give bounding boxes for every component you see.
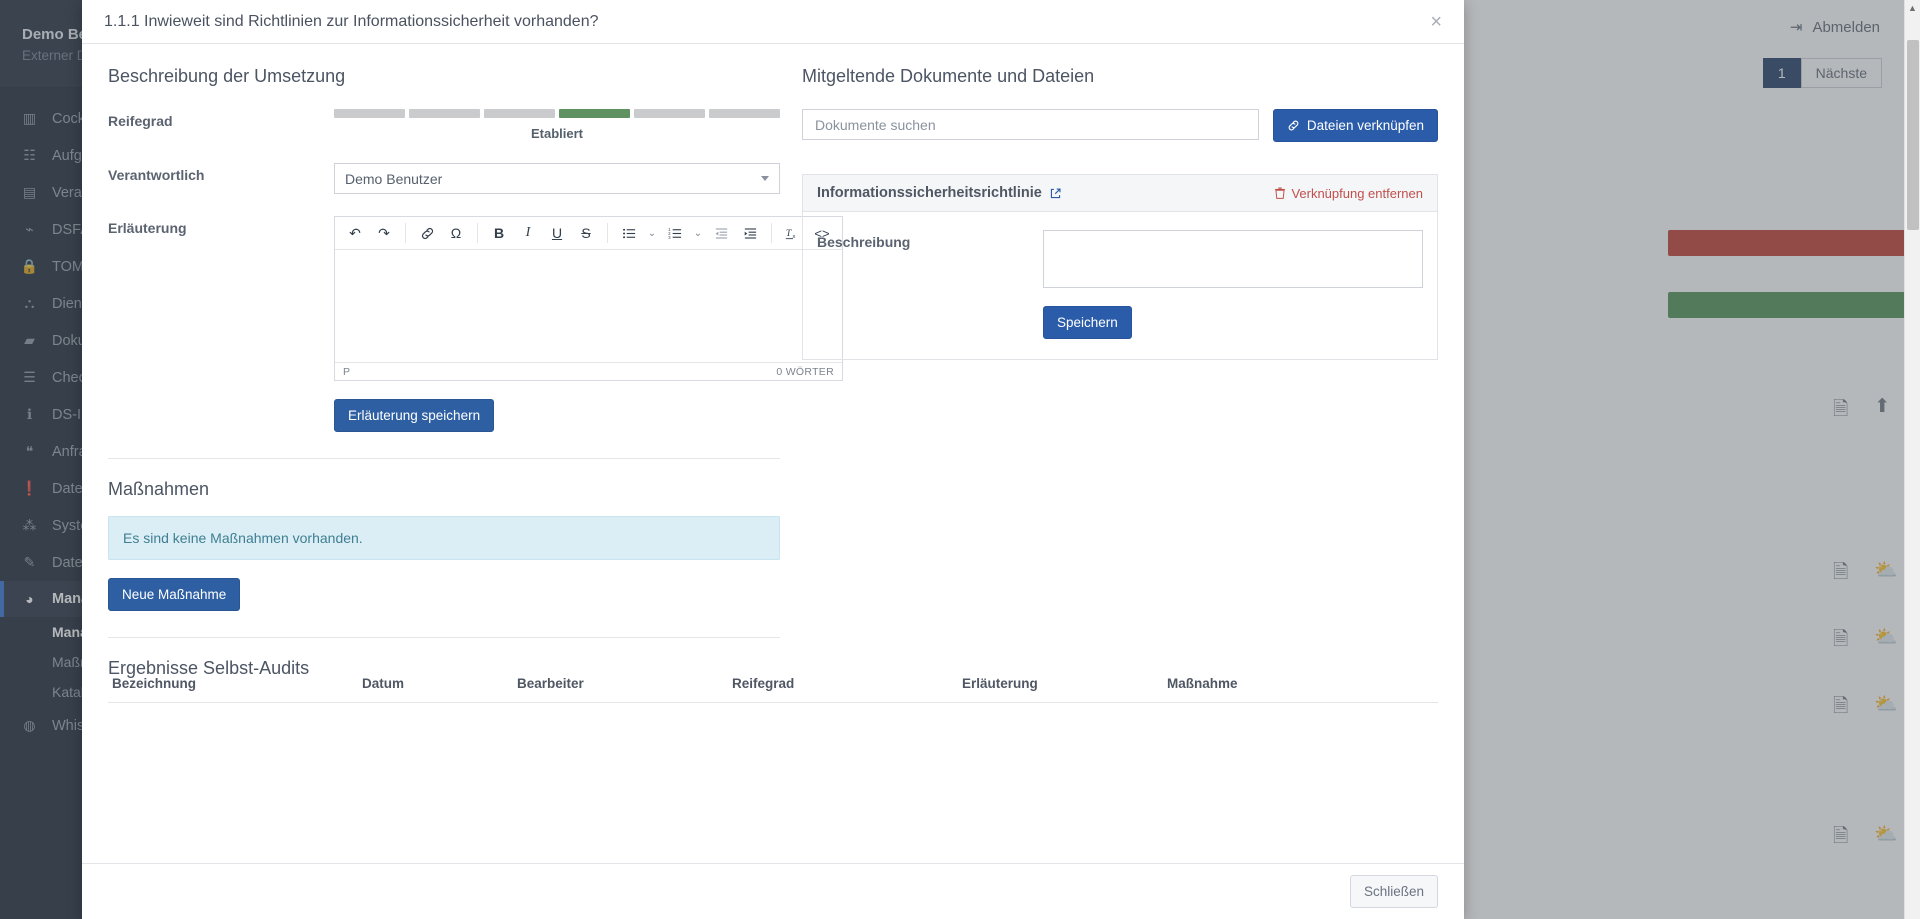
audit-results-table-divider: [108, 702, 1438, 703]
right-column: Mitgeltende Dokumente und Dateien Dokume…: [802, 62, 1438, 693]
strikethrough-icon[interactable]: S: [572, 220, 600, 246]
measures-empty-alert: Es sind keine Maßnahmen vorhanden.: [108, 516, 780, 560]
responsible-control: Demo Benutzer: [334, 163, 780, 194]
numbered-list-dropdown-icon[interactable]: ⌄: [690, 220, 706, 246]
editor-element-path[interactable]: P: [343, 366, 350, 378]
link-files-button[interactable]: Dateien verknüpfen: [1272, 109, 1438, 142]
documents-search-input[interactable]: Dokumente suchen: [802, 109, 1259, 140]
linked-document-card: Informationssicherheitsrichtlinie Verknü…: [802, 174, 1438, 360]
toolbar-separator: [477, 223, 478, 243]
new-measure-button[interactable]: Neue Maßnahme: [108, 578, 241, 611]
bold-icon[interactable]: B: [485, 220, 513, 246]
linked-document-title-group: Informationssicherheitsrichtlinie: [817, 185, 1062, 201]
svg-text:x: x: [793, 233, 796, 239]
explanation-label: Erläuterung: [108, 220, 187, 236]
responsible-label: Verantwortlich: [108, 167, 205, 183]
maturity-segment-3[interactable]: [484, 109, 555, 118]
column-header-massnahme: Maßnahme: [1167, 676, 1238, 691]
svg-text:3: 3: [668, 234, 671, 239]
page-scrollbar[interactable]: ▲: [1904, 0, 1920, 919]
documents-section-title: Mitgeltende Dokumente und Dateien: [802, 66, 1095, 86]
explanation-row: Erläuterung ↶ ↷ Ω B I U S ⌄ 1 2 3 ⌄ T x …: [108, 216, 843, 432]
responsible-select[interactable]: Demo Benutzer: [334, 163, 780, 194]
description-textarea[interactable]: [1043, 230, 1423, 288]
close-icon[interactable]: ×: [1426, 12, 1446, 32]
divider: [108, 637, 780, 638]
save-explanation-button[interactable]: Erläuterung speichern: [334, 399, 495, 432]
maturity-control[interactable]: Etabliert: [334, 109, 780, 141]
close-modal-button[interactable]: Schließen: [1349, 875, 1438, 908]
external-link-icon[interactable]: [1049, 187, 1062, 200]
responsible-row: Verantwortlich Demo Benutzer: [108, 163, 780, 194]
redo-icon[interactable]: ↷: [370, 220, 398, 246]
maturity-label: Reifegrad: [108, 113, 173, 129]
unlink-document-label: Verknüpfung entfernen: [1291, 185, 1423, 201]
scroll-up-icon[interactable]: ▲: [1905, 0, 1920, 13]
modal-columns: Beschreibung der Umsetzung Reifegrad Eta…: [108, 62, 1438, 693]
column-header-erlaeuterung: Erläuterung: [962, 676, 1038, 691]
maturity-segment-5[interactable]: [634, 109, 705, 118]
implementation-section-title: Beschreibung der Umsetzung: [108, 66, 346, 86]
left-column: Beschreibung der Umsetzung Reifegrad Eta…: [108, 62, 843, 693]
maturity-value-label: Etabliert: [530, 126, 583, 141]
link-icon: [1287, 119, 1300, 132]
bulleted-list-dropdown-icon[interactable]: ⌄: [644, 220, 660, 246]
description-control: Speichern: [1043, 230, 1423, 339]
editor-status-bar: P 0 WÖRTER: [335, 362, 842, 380]
column-header-bearbeiter: Bearbeiter: [517, 676, 584, 691]
column-header-bezeichnung: Bezeichnung: [112, 676, 197, 691]
description-label: Beschreibung: [817, 234, 911, 250]
linked-document-title: Informationssicherheitsrichtlinie: [817, 185, 1042, 201]
undo-icon[interactable]: ↶: [341, 220, 369, 246]
numbered-list-icon[interactable]: 123: [661, 220, 689, 246]
link-files-label: Dateien verknüpfen: [1306, 118, 1424, 133]
editor-toolbar: ↶ ↷ Ω B I U S ⌄ 1 2 3 ⌄ T x <>: [335, 217, 842, 250]
unlink-document-button[interactable]: Verknüpfung entfernen: [1274, 186, 1423, 201]
linked-document-body: Beschreibung Speichern: [803, 212, 1437, 359]
maturity-segment-4[interactable]: [559, 109, 630, 118]
decrease-indent-icon[interactable]: [707, 220, 735, 246]
documents-search-row: Dokumente suchen Dateien verknüpfen: [802, 109, 1438, 142]
modal-title: 1.1.1 Inwieweit sind Richtlinien zur Inf…: [104, 12, 599, 30]
toolbar-separator: [607, 223, 608, 243]
trash-icon: [1274, 186, 1286, 200]
maturity-segment-2[interactable]: [409, 109, 480, 118]
increase-indent-icon[interactable]: [736, 220, 764, 246]
maturity-segment-1[interactable]: [334, 109, 405, 118]
audit-results-table-header: Bezeichnung Datum Bearbeiter Reifegrad E…: [108, 670, 1438, 703]
italic-icon[interactable]: I: [514, 220, 542, 246]
modal-body: Beschreibung der Umsetzung Reifegrad Eta…: [82, 44, 1464, 863]
modal-header: 1.1.1 Inwieweit sind Richtlinien zur Inf…: [82, 0, 1464, 44]
measures-section-title: Maßnahmen: [108, 479, 210, 499]
chevron-down-icon: [761, 176, 769, 181]
rich-text-editor: ↶ ↷ Ω B I U S ⌄ 1 2 3 ⌄ T x <> P 0 WÖRTE…: [334, 216, 843, 381]
maturity-segment-6[interactable]: [709, 109, 780, 118]
responsible-selected-value: Demo Benutzer: [345, 170, 443, 187]
question-detail-modal: 1.1.1 Inwieweit sind Richtlinien zur Inf…: [82, 0, 1464, 919]
column-header-datum: Datum: [362, 676, 405, 691]
link-icon[interactable]: [413, 220, 441, 246]
special-character-icon[interactable]: Ω: [442, 220, 470, 246]
toolbar-separator: [405, 223, 406, 243]
maturity-row: Reifegrad Etabliert: [108, 109, 780, 141]
maturity-segments[interactable]: [334, 109, 780, 118]
save-description-button[interactable]: Speichern: [1043, 306, 1132, 339]
scroll-thumb[interactable]: [1907, 40, 1919, 230]
column-header-reifegrad: Reifegrad: [732, 676, 795, 691]
toolbar-separator: [771, 223, 772, 243]
bulleted-list-icon[interactable]: [615, 220, 643, 246]
editor-text-area[interactable]: [335, 250, 842, 362]
modal-footer: Schließen: [82, 863, 1464, 919]
divider: [108, 458, 780, 459]
underline-icon[interactable]: U: [543, 220, 571, 246]
linked-document-header: Informationssicherheitsrichtlinie Verknü…: [803, 175, 1437, 212]
explanation-control: ↶ ↷ Ω B I U S ⌄ 1 2 3 ⌄ T x <> P 0 WÖRTE…: [334, 216, 843, 432]
